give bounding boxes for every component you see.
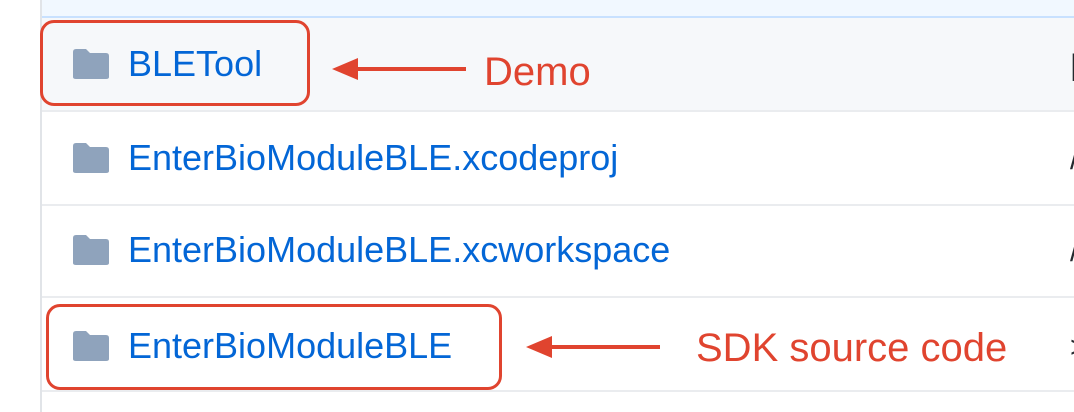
table-row-xcodeproj[interactable]: EnterBioModuleBLE.xcodeproj / [42, 112, 1074, 204]
commit-message-edge: / [1070, 140, 1074, 180]
folder-icon [73, 143, 109, 173]
table-header-strip [42, 0, 1074, 18]
table-row-xcworkspace[interactable]: EnterBioModuleBLE.xcworkspace / [42, 206, 1074, 296]
commit-message-edge: | [1070, 49, 1074, 82]
file-link-xcworkspace[interactable]: EnterBioModuleBLE.xcworkspace [128, 230, 670, 270]
arrow-left-icon [332, 58, 466, 80]
file-link-xcodeproj[interactable]: EnterBioModuleBLE.xcodeproj [128, 138, 618, 178]
folder-icon [73, 235, 109, 265]
commit-message-edge: > [1070, 328, 1074, 368]
commit-message-edge: / [1070, 232, 1074, 272]
callout-box-sdk [46, 304, 502, 390]
arrow-left-icon [526, 336, 660, 358]
callout-box-demo [40, 20, 310, 106]
annotation-demo: Demo [484, 50, 591, 94]
annotation-sdk-source-code: SDK source code [696, 326, 1008, 370]
row-divider [42, 390, 1074, 392]
